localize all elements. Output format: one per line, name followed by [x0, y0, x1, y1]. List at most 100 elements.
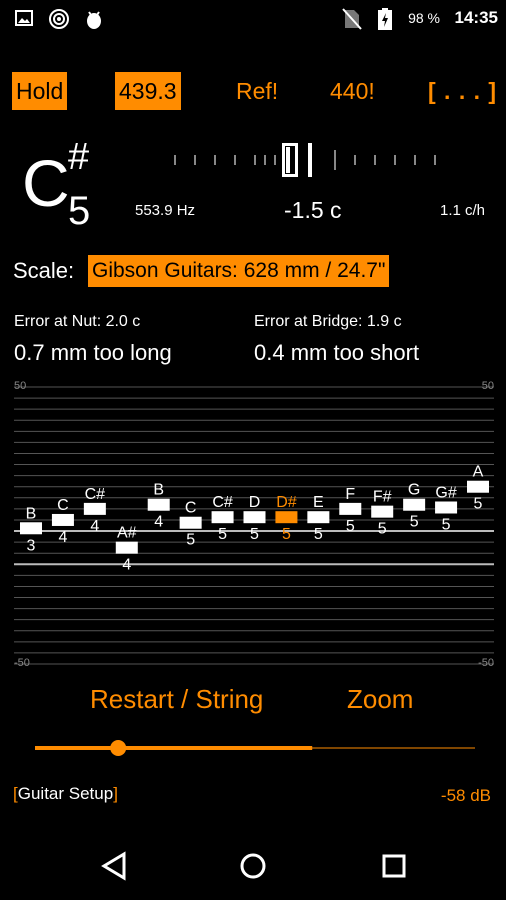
note-octave-label: 4 [58, 529, 67, 546]
note-octave-label: 5 [378, 521, 387, 538]
note-name-label: C# [85, 486, 106, 503]
home-icon[interactable] [240, 853, 266, 879]
recents-icon[interactable] [382, 854, 406, 878]
note-marker [243, 511, 266, 524]
note-name-label: C [57, 497, 69, 514]
note-name-label: C# [212, 494, 233, 511]
note-name-label: G# [435, 484, 456, 501]
note-name-label: F [345, 486, 355, 503]
note-marker [179, 516, 202, 529]
y-tick-label-left: -50 [14, 657, 30, 669]
note-name-label: E [313, 494, 324, 511]
note-marker [339, 502, 362, 515]
bridge-error-title: Error at Bridge: 1.9 c [254, 313, 402, 330]
slider-thumb[interactable] [110, 740, 127, 756]
note-octave-label: 4 [122, 557, 131, 574]
note-marker [115, 541, 138, 554]
meter-ticks [174, 150, 436, 170]
note-octave-label: 5 [474, 496, 483, 513]
note-point: A5 [467, 464, 489, 513]
note-point: C5 [179, 500, 202, 549]
note-marker [83, 502, 106, 515]
target-icon [49, 9, 69, 29]
note-letter: C [22, 146, 70, 220]
hold-button[interactable]: Hold [12, 72, 68, 110]
note-name-label: A [473, 464, 484, 481]
note-octave-label: 5 [218, 526, 227, 543]
intonation-chart: 50 50-50 -50B3C4C#4 A#4B4C5C#5D5D#5E5F5F#5G… [14, 380, 494, 669]
nut-error-title: Error at Nut: 2.0 c [14, 313, 141, 330]
note-octave-label: 5 [186, 532, 195, 549]
note-octave: 5 [68, 189, 91, 233]
note-point: C# 5 [211, 494, 234, 543]
drift-rate-readout: 1.1 c/h [440, 202, 486, 219]
note-octave-label: 5 [250, 526, 259, 543]
status-bar: 98 % 14:35 [0, 0, 506, 38]
zoom-slider[interactable] [35, 736, 475, 760]
note-marker [20, 522, 42, 535]
meter-needle [308, 143, 312, 177]
note-point: G# 5 [435, 484, 458, 533]
cents-readout: -1.5 c [284, 197, 342, 223]
note-marker [435, 501, 458, 514]
note-name-label: B [153, 482, 164, 499]
restart-string-button[interactable]: Restart / String [90, 684, 263, 715]
note-marker [51, 513, 74, 526]
note-octave-label: 4 [90, 518, 99, 535]
ref-button[interactable]: Ref! [236, 72, 278, 110]
note-marker [467, 480, 489, 493]
bridge-error-value: 0.4 mm too short [254, 340, 420, 365]
note-marker [403, 498, 426, 511]
scale-label: Scale: [13, 258, 75, 283]
note-point: E5 [307, 494, 330, 543]
guitar-setup-button[interactable]: [Guitar Setup] [13, 784, 118, 804]
image-icon [15, 10, 33, 26]
note-marker [211, 511, 234, 524]
note-name-label: C [185, 500, 197, 517]
navigation-bar [101, 851, 406, 881]
note-octave-label: 3 [27, 537, 36, 554]
tuning-meter [174, 143, 436, 177]
input-level: -58 dB [440, 786, 491, 805]
zoom-button[interactable]: Zoom [347, 684, 413, 715]
no-sim-icon [342, 8, 362, 30]
note-point: C# 4 [83, 486, 106, 535]
note-point: F5 [339, 486, 362, 535]
more-menu-button[interactable]: [ . . . ] [428, 72, 497, 110]
note-octave-label: 5 [410, 514, 419, 531]
note-name-label: D [249, 494, 261, 511]
back-icon[interactable] [101, 851, 126, 881]
note-marker [147, 498, 170, 511]
note-marker [275, 511, 298, 524]
note-point: D5 [243, 494, 266, 543]
note-marker [307, 511, 330, 524]
note-octave-label: 5 [282, 526, 291, 543]
note-point: G5 [403, 482, 426, 531]
note-octave-label: 5 [314, 526, 323, 543]
a440-button[interactable]: 440! [330, 72, 375, 110]
note-point: C4 [51, 497, 74, 546]
note-point: B4 [147, 482, 170, 531]
note-marker [371, 505, 394, 518]
note-octave-label: 5 [346, 518, 355, 535]
nut-error-value: 0.7 mm too long [14, 340, 172, 365]
battery-percent: 98 % [408, 10, 440, 26]
android-debug-icon [87, 11, 101, 29]
y-tick-label-left: 50 [14, 380, 26, 392]
note-name-label: G [408, 482, 420, 499]
reference-frequency-button[interactable]: 439.3 [115, 72, 181, 110]
y-tick-label-right: 50 [482, 380, 494, 392]
clock: 14:35 [454, 8, 498, 27]
scale-selector[interactable]: Gibson Guitars: 628 mm / 24.7" [88, 255, 390, 287]
note-accidental: # [68, 136, 90, 178]
note-point: A# 4 [115, 525, 138, 574]
note-octave-label: 5 [442, 516, 451, 533]
note-name-label: F# [373, 489, 392, 506]
note-name-label: D# [276, 494, 297, 511]
note-octave-label: 4 [154, 514, 163, 531]
guitar-setup-label: Guitar Setup [17, 784, 114, 803]
note-point: D# 5 [275, 494, 298, 543]
note-point: B3 [20, 505, 42, 554]
note-name-label: B [26, 505, 37, 522]
y-tick-label-right: -50 [478, 657, 494, 669]
